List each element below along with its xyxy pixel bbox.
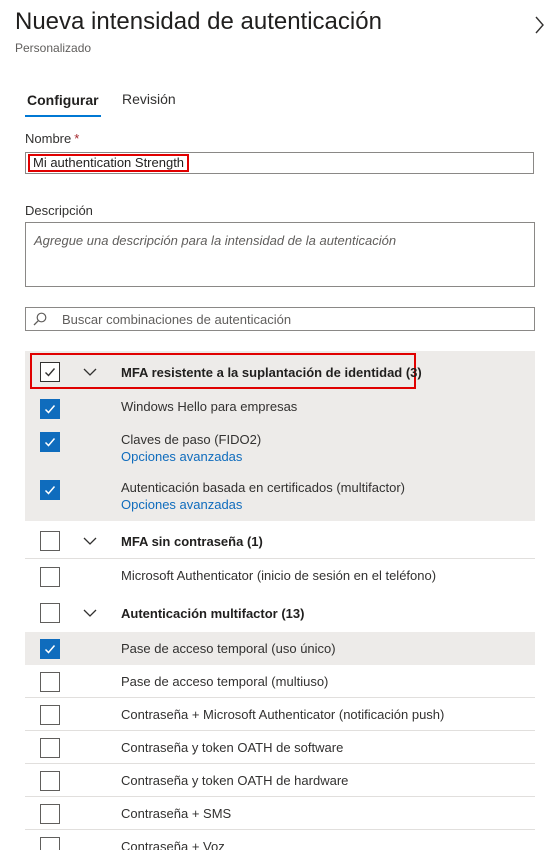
advanced-options-link[interactable]: Opciones avanzadas <box>121 497 242 512</box>
list-item: Pase de acceso temporal (multiuso) <box>25 665 535 698</box>
item-checkbox[interactable] <box>40 771 60 791</box>
tab-configurar[interactable]: Configurar <box>25 92 101 117</box>
group-label: Autenticación multifactor (13) <box>121 606 305 621</box>
description-placeholder: Agregue una descripción para la intensid… <box>34 233 397 248</box>
page-title: Nueva intensidad de autenticación <box>15 8 382 35</box>
item-checkbox[interactable] <box>40 837 60 850</box>
list-item: Contraseña y token OATH de software <box>25 731 535 764</box>
group-checkbox[interactable] <box>40 531 60 551</box>
item-checkbox[interactable] <box>40 705 60 725</box>
chevron-down-icon[interactable] <box>83 367 97 377</box>
group-passwordless: MFA sin contraseña (1) <box>25 525 535 559</box>
list-item: Pase de acceso temporal (uso único) <box>25 632 535 665</box>
list-item: Contraseña + Microsoft Authenticator (no… <box>25 698 535 731</box>
item-label: Pase de acceso temporal (uso único) <box>121 641 336 656</box>
item-label: Contraseña + Microsoft Authenticator (no… <box>121 707 445 722</box>
item-label: Contraseña + SMS <box>121 806 232 821</box>
group-checkbox[interactable] <box>40 603 60 623</box>
item-checkbox[interactable] <box>40 672 60 692</box>
chevron-right-icon[interactable] <box>534 14 544 36</box>
name-label: Nombre * <box>25 131 80 146</box>
checkmark-icon <box>44 486 56 495</box>
group-multifactor: Autenticación multifactor (13) <box>25 597 535 631</box>
item-label: Windows Hello para empresas <box>121 399 298 414</box>
item-label: Claves de paso (FIDO2) <box>121 432 262 447</box>
item-checkbox[interactable] <box>40 567 60 587</box>
item-checkbox[interactable] <box>40 480 60 500</box>
checkmark-icon <box>44 405 56 414</box>
group-label: MFA resistente a la suplantación de iden… <box>121 365 422 380</box>
description-field[interactable]: Agregue una descripción para la intensid… <box>25 222 535 287</box>
list-item: Contraseña + SMS <box>25 797 535 830</box>
item-label: Contraseña y token OATH de hardware <box>121 773 349 788</box>
group-phishing-resistant: MFA resistente a la suplantación de iden… <box>25 351 535 521</box>
item-checkbox[interactable] <box>40 432 60 452</box>
advanced-options-link[interactable]: Opciones avanzadas <box>121 449 242 464</box>
group-checkbox[interactable] <box>40 362 60 382</box>
checkmark-icon <box>45 368 56 377</box>
item-label: Contraseña + Voz <box>121 839 225 850</box>
name-field[interactable]: Mi authentication Strength <box>25 152 534 174</box>
search-icon <box>33 312 47 326</box>
tab-revision[interactable]: Revisión <box>122 91 176 107</box>
item-label: Pase de acceso temporal (multiuso) <box>121 674 329 689</box>
required-indicator: * <box>74 131 80 146</box>
group-label: MFA sin contraseña (1) <box>121 534 263 549</box>
list-item: Contraseña y token OATH de hardware <box>25 764 535 797</box>
description-label: Descripción <box>25 203 93 218</box>
search-placeholder: Buscar combinaciones de autenticación <box>62 312 292 327</box>
item-checkbox[interactable] <box>40 804 60 824</box>
item-checkbox[interactable] <box>40 639 60 659</box>
item-checkbox[interactable] <box>40 738 60 758</box>
list-item: Contraseña + Voz <box>25 830 535 850</box>
item-checkbox[interactable] <box>40 399 60 419</box>
chevron-down-icon[interactable] <box>83 536 97 546</box>
name-value: Mi authentication Strength <box>28 154 190 172</box>
list-item: Microsoft Authenticator (inicio de sesió… <box>25 559 535 593</box>
item-label: Microsoft Authenticator (inicio de sesió… <box>121 568 437 583</box>
page-subtitle: Personalizado <box>15 41 92 55</box>
item-label: Contraseña y token OATH de software <box>121 740 344 755</box>
search-input[interactable]: Buscar combinaciones de autenticación <box>25 307 535 331</box>
auth-strength-panel: Nueva intensidad de autenticación Person… <box>0 0 544 850</box>
item-label: Autenticación basada en certificados (mu… <box>121 480 405 495</box>
checkmark-icon <box>44 438 56 447</box>
checkmark-icon <box>44 645 56 654</box>
chevron-down-icon[interactable] <box>83 608 97 618</box>
